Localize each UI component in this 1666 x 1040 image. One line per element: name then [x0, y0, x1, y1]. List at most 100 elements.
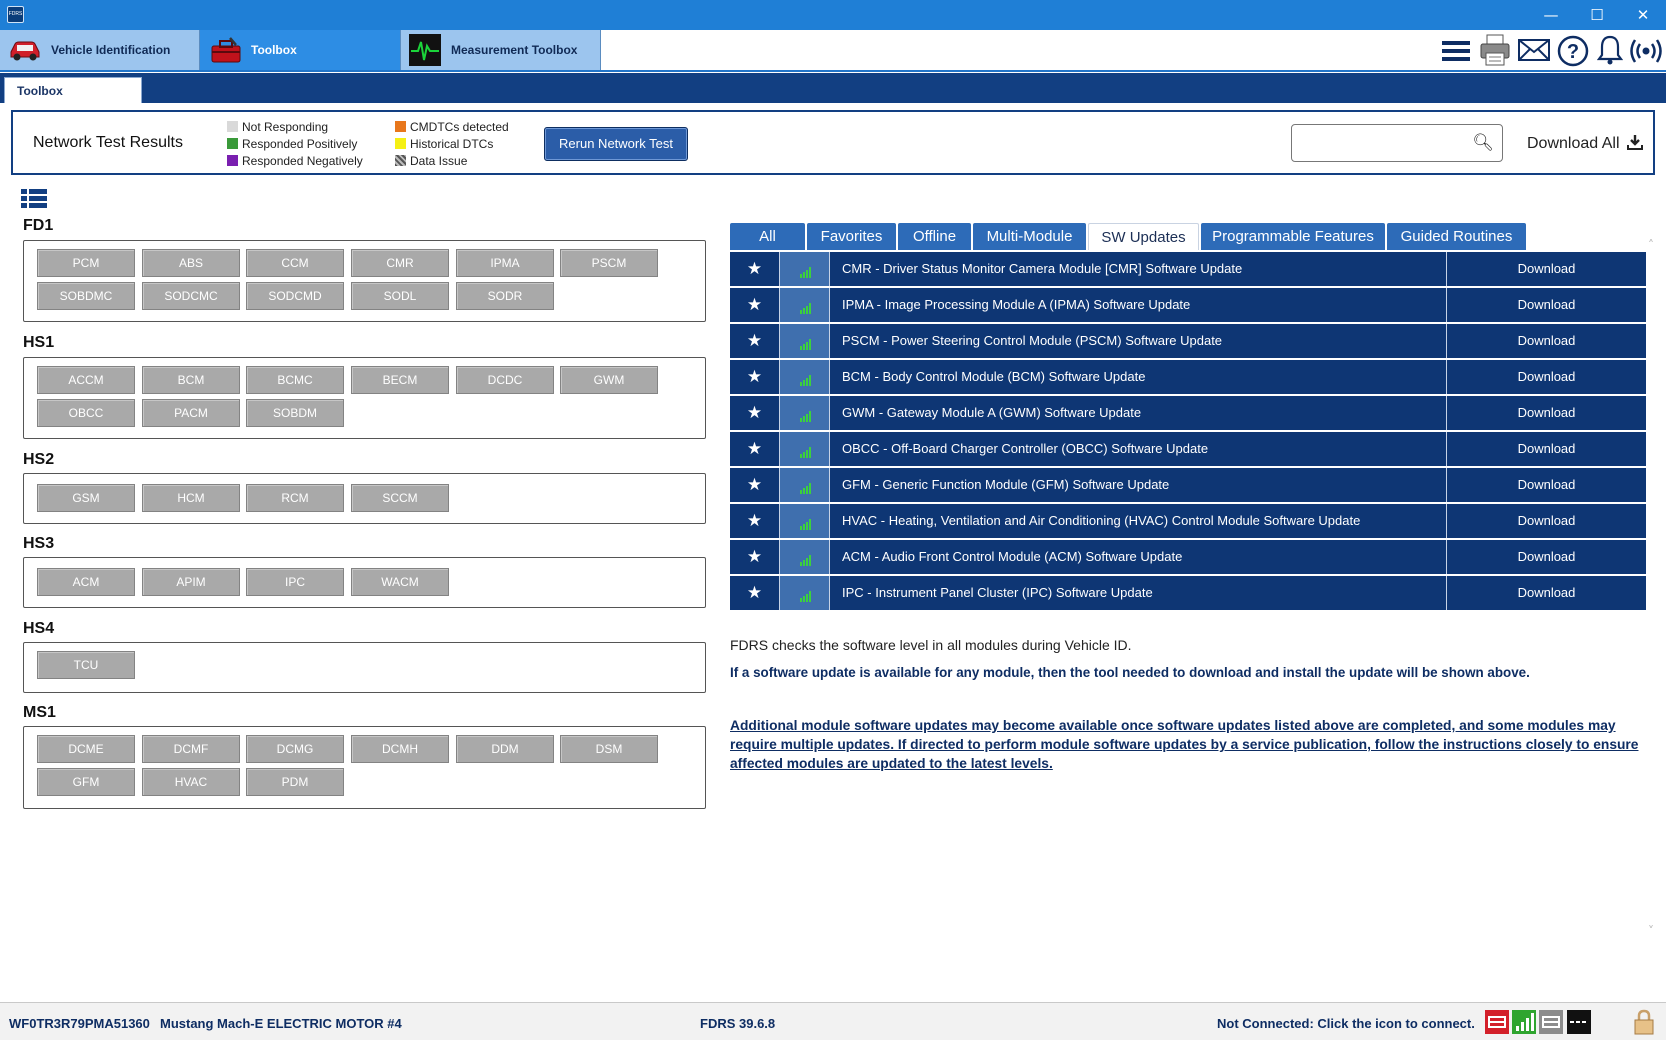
favorite-star-icon[interactable]: ★	[730, 252, 780, 286]
lock-icon[interactable]	[1632, 1009, 1656, 1035]
help-icon[interactable]: ?	[1557, 35, 1589, 67]
download-button[interactable]: Download	[1447, 432, 1646, 466]
tab-all[interactable]: All	[730, 223, 805, 250]
tab-guided-routines[interactable]: Guided Routines	[1387, 223, 1526, 250]
module-sobdmc[interactable]: SOBDMC	[37, 282, 135, 310]
module-obcc[interactable]: OBCC	[37, 399, 135, 427]
module-gfm[interactable]: GFM	[37, 768, 135, 796]
favorite-star-icon[interactable]: ★	[730, 576, 780, 610]
module-dcdc[interactable]: DCDC	[456, 366, 554, 394]
bell-icon[interactable]	[1597, 34, 1623, 66]
download-button[interactable]: Download	[1447, 540, 1646, 574]
module-becm[interactable]: BECM	[351, 366, 449, 394]
module-sodcmd[interactable]: SODCMD	[246, 282, 344, 310]
module-sccm[interactable]: SCCM	[351, 484, 449, 512]
module-pcm[interactable]: PCM	[37, 249, 135, 277]
tab-favorites[interactable]: Favorites	[807, 223, 896, 250]
module-dcmf[interactable]: DCMF	[142, 735, 240, 763]
favorite-star-icon[interactable]: ★	[730, 360, 780, 394]
info-text-additional-link[interactable]: Additional module software updates may b…	[730, 716, 1650, 773]
module-hcm[interactable]: HCM	[142, 484, 240, 512]
close-button[interactable]: ✕	[1620, 0, 1666, 30]
favorite-star-icon[interactable]: ★	[730, 324, 780, 358]
module-pdm[interactable]: PDM	[246, 768, 344, 796]
module-ipc[interactable]: IPC	[246, 568, 344, 596]
maximize-button[interactable]: ☐	[1574, 0, 1620, 30]
fdrs-logo-icon: FDRS	[7, 6, 24, 23]
group-box-ms1: DCME DCMF DCMG DCMH DDM DSM GFM HVAC PDM	[23, 726, 706, 809]
favorite-star-icon[interactable]: ★	[730, 288, 780, 322]
module-pscm[interactable]: PSCM	[560, 249, 658, 277]
module-dsm[interactable]: DSM	[560, 735, 658, 763]
list-view-icon[interactable]	[21, 188, 47, 210]
tab-sw-updates[interactable]: SW Updates	[1088, 223, 1199, 250]
printer-icon[interactable]	[1479, 33, 1511, 67]
module-accm[interactable]: ACCM	[37, 366, 135, 394]
wireless-icon[interactable]	[1629, 36, 1663, 66]
scroll-up-icon[interactable]: ˄	[1648, 238, 1654, 252]
favorite-star-icon[interactable]: ★	[730, 540, 780, 574]
tab-toolbox-sub[interactable]: Toolbox	[4, 77, 142, 103]
favorite-star-icon[interactable]: ★	[730, 468, 780, 502]
download-all-label: Download All	[1527, 135, 1620, 152]
download-icon	[1626, 135, 1643, 150]
info-text-check: FDRS checks the software level in all mo…	[730, 637, 1132, 653]
module-cmr[interactable]: CMR	[351, 249, 449, 277]
module-dcmh[interactable]: DCMH	[351, 735, 449, 763]
module-tcu[interactable]: TCU	[37, 651, 135, 679]
menu-icon[interactable]	[1441, 38, 1471, 64]
swatch	[227, 121, 238, 132]
module-ddm[interactable]: DDM	[456, 735, 554, 763]
search-input[interactable]: 🔍︎	[1291, 124, 1503, 162]
module-acm[interactable]: ACM	[37, 568, 135, 596]
module-ipma[interactable]: IPMA	[456, 249, 554, 277]
download-button[interactable]: Download	[1447, 288, 1646, 322]
module-gsm[interactable]: GSM	[37, 484, 135, 512]
module-ccm[interactable]: CCM	[246, 249, 344, 277]
module-pacm[interactable]: PACM	[142, 399, 240, 427]
module-sodcmc[interactable]: SODCMC	[142, 282, 240, 310]
module-dcmg[interactable]: DCMG	[246, 735, 344, 763]
favorite-star-icon[interactable]: ★	[730, 432, 780, 466]
module-sobdm[interactable]: SOBDM	[246, 399, 344, 427]
swatch	[227, 155, 238, 166]
search-icon[interactable]: 🔍︎	[1472, 133, 1494, 153]
module-sodr[interactable]: SODR	[456, 282, 554, 310]
favorite-star-icon[interactable]: ★	[730, 504, 780, 538]
module-apim[interactable]: APIM	[142, 568, 240, 596]
battery-icon[interactable]	[1567, 1010, 1591, 1034]
download-button[interactable]: Download	[1447, 252, 1646, 286]
module-bcmc[interactable]: BCMC	[246, 366, 344, 394]
tab-toolbox[interactable]: Toolbox	[200, 30, 401, 70]
download-button[interactable]: Download	[1447, 360, 1646, 394]
download-button[interactable]: Download	[1447, 504, 1646, 538]
scroll-down-icon[interactable]: ˅	[1648, 924, 1654, 938]
vci-disconnected-icon[interactable]	[1485, 1010, 1509, 1034]
favorite-star-icon[interactable]: ★	[730, 396, 780, 430]
tab-offline[interactable]: Offline	[898, 223, 971, 250]
tab-multi-module[interactable]: Multi-Module	[973, 223, 1086, 250]
mail-icon[interactable]	[1518, 38, 1550, 62]
module-rcm[interactable]: RCM	[246, 484, 344, 512]
minimize-button[interactable]: —	[1528, 0, 1574, 30]
tab-vehicle-identification[interactable]: Vehicle Identification	[0, 30, 200, 70]
signal-bars-icon[interactable]	[1512, 1010, 1536, 1034]
download-button[interactable]: Download	[1447, 468, 1646, 502]
download-button[interactable]: Download	[1447, 324, 1646, 358]
module-abs[interactable]: ABS	[142, 249, 240, 277]
network-test-panel: Network Test Results Not Responding Resp…	[11, 110, 1655, 175]
tab-measurement-toolbox[interactable]: Measurement Toolbox	[401, 30, 601, 70]
device-icon[interactable]	[1539, 1010, 1563, 1034]
module-bcm[interactable]: BCM	[142, 366, 240, 394]
tab-programmable-features[interactable]: Programmable Features	[1201, 223, 1385, 250]
module-sodl[interactable]: SODL	[351, 282, 449, 310]
module-hvac[interactable]: HVAC	[142, 768, 240, 796]
update-description: ACM - Audio Front Control Module (ACM) S…	[830, 540, 1447, 574]
download-button[interactable]: Download	[1447, 396, 1646, 430]
rerun-network-test-button[interactable]: Rerun Network Test	[544, 127, 688, 161]
module-dcme[interactable]: DCME	[37, 735, 135, 763]
module-wacm[interactable]: WACM	[351, 568, 449, 596]
module-gwm[interactable]: GWM	[560, 366, 658, 394]
download-button[interactable]: Download	[1447, 576, 1646, 610]
download-all-button[interactable]: Download All	[1527, 134, 1643, 153]
